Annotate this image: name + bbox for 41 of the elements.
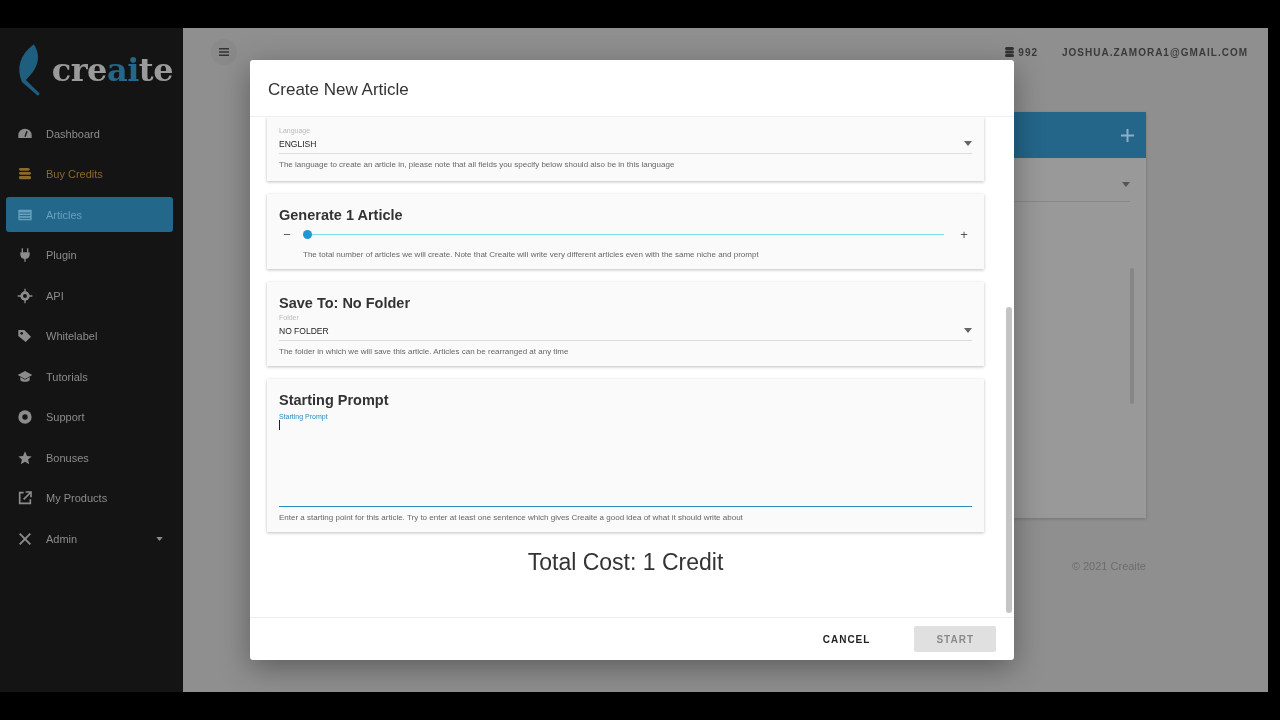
select-field[interactable]: NO FOLDER [279, 321, 972, 341]
help-text: The folder in which we will save this article. Articles can be rearranged at any time [279, 347, 570, 356]
external-link-icon [16, 490, 34, 506]
slider-thumb[interactable] [303, 229, 312, 239]
section-heading: Save To: No Folder [279, 294, 412, 312]
sidebar-item[interactable]: Dashboard [6, 116, 173, 151]
account-email[interactable]: JOSHUA.ZAMORA1@GMAIL.COM [1062, 46, 1248, 58]
section-heading: Starting Prompt [279, 391, 390, 409]
credit-balance: 992 [1018, 46, 1038, 58]
brand-logo-text: creaite [51, 51, 173, 89]
select-field[interactable]: ENGLISH [279, 134, 972, 154]
star-icon [16, 449, 34, 466]
dropdown-caret-icon [964, 328, 972, 333]
sidebar-item[interactable]: Plugin [6, 237, 173, 273]
menu-button[interactable] [211, 39, 237, 65]
sidebar-item[interactable]: Bonuses [6, 440, 173, 475]
menu-icon [219, 48, 229, 56]
sidebar-item[interactable]: Whitelabel [6, 318, 173, 354]
sidebar-item[interactable]: API [6, 278, 173, 313]
sidebar-item[interactable]: Admin [6, 521, 173, 556]
help-text: Enter a starting point for this article. Try to enter at least one sentence which gives Creaite a good idea of what it should write about [279, 513, 744, 522]
total-cost: Total Cost: 1 Credit [526, 548, 725, 577]
lifebuoy-icon [16, 409, 34, 425]
cancel-button[interactable]: CANCEL [800, 626, 893, 652]
sidebar-item[interactable]: Buy Credits [6, 156, 173, 192]
help-text: The language to create an article in, please note that all fields you specify below should also be in this language [279, 160, 676, 169]
coins-icon [1005, 47, 1015, 57]
tag-icon [16, 328, 34, 344]
coins-icon [16, 166, 34, 182]
plus-icon [1121, 128, 1134, 142]
sidebar-item[interactable]: Support [6, 399, 173, 435]
sidebar-item[interactable]: My Products [6, 480, 173, 516]
section-heading: Generate 1 Article [279, 206, 404, 224]
dialog-title: Create New Article [268, 80, 409, 99]
help-text: The total number of articles we will create. Note that Creaite will write very different articles even with the same niche and prompt [302, 250, 760, 259]
graduation-cap-icon [16, 368, 34, 385]
dropdown-caret-icon [964, 141, 972, 146]
sidebar-item[interactable]: Tutorials [6, 359, 173, 394]
increment-button[interactable]: + [956, 226, 972, 242]
dropdown-caret-icon [1122, 182, 1130, 187]
decrement-button[interactable]: − [279, 226, 295, 242]
